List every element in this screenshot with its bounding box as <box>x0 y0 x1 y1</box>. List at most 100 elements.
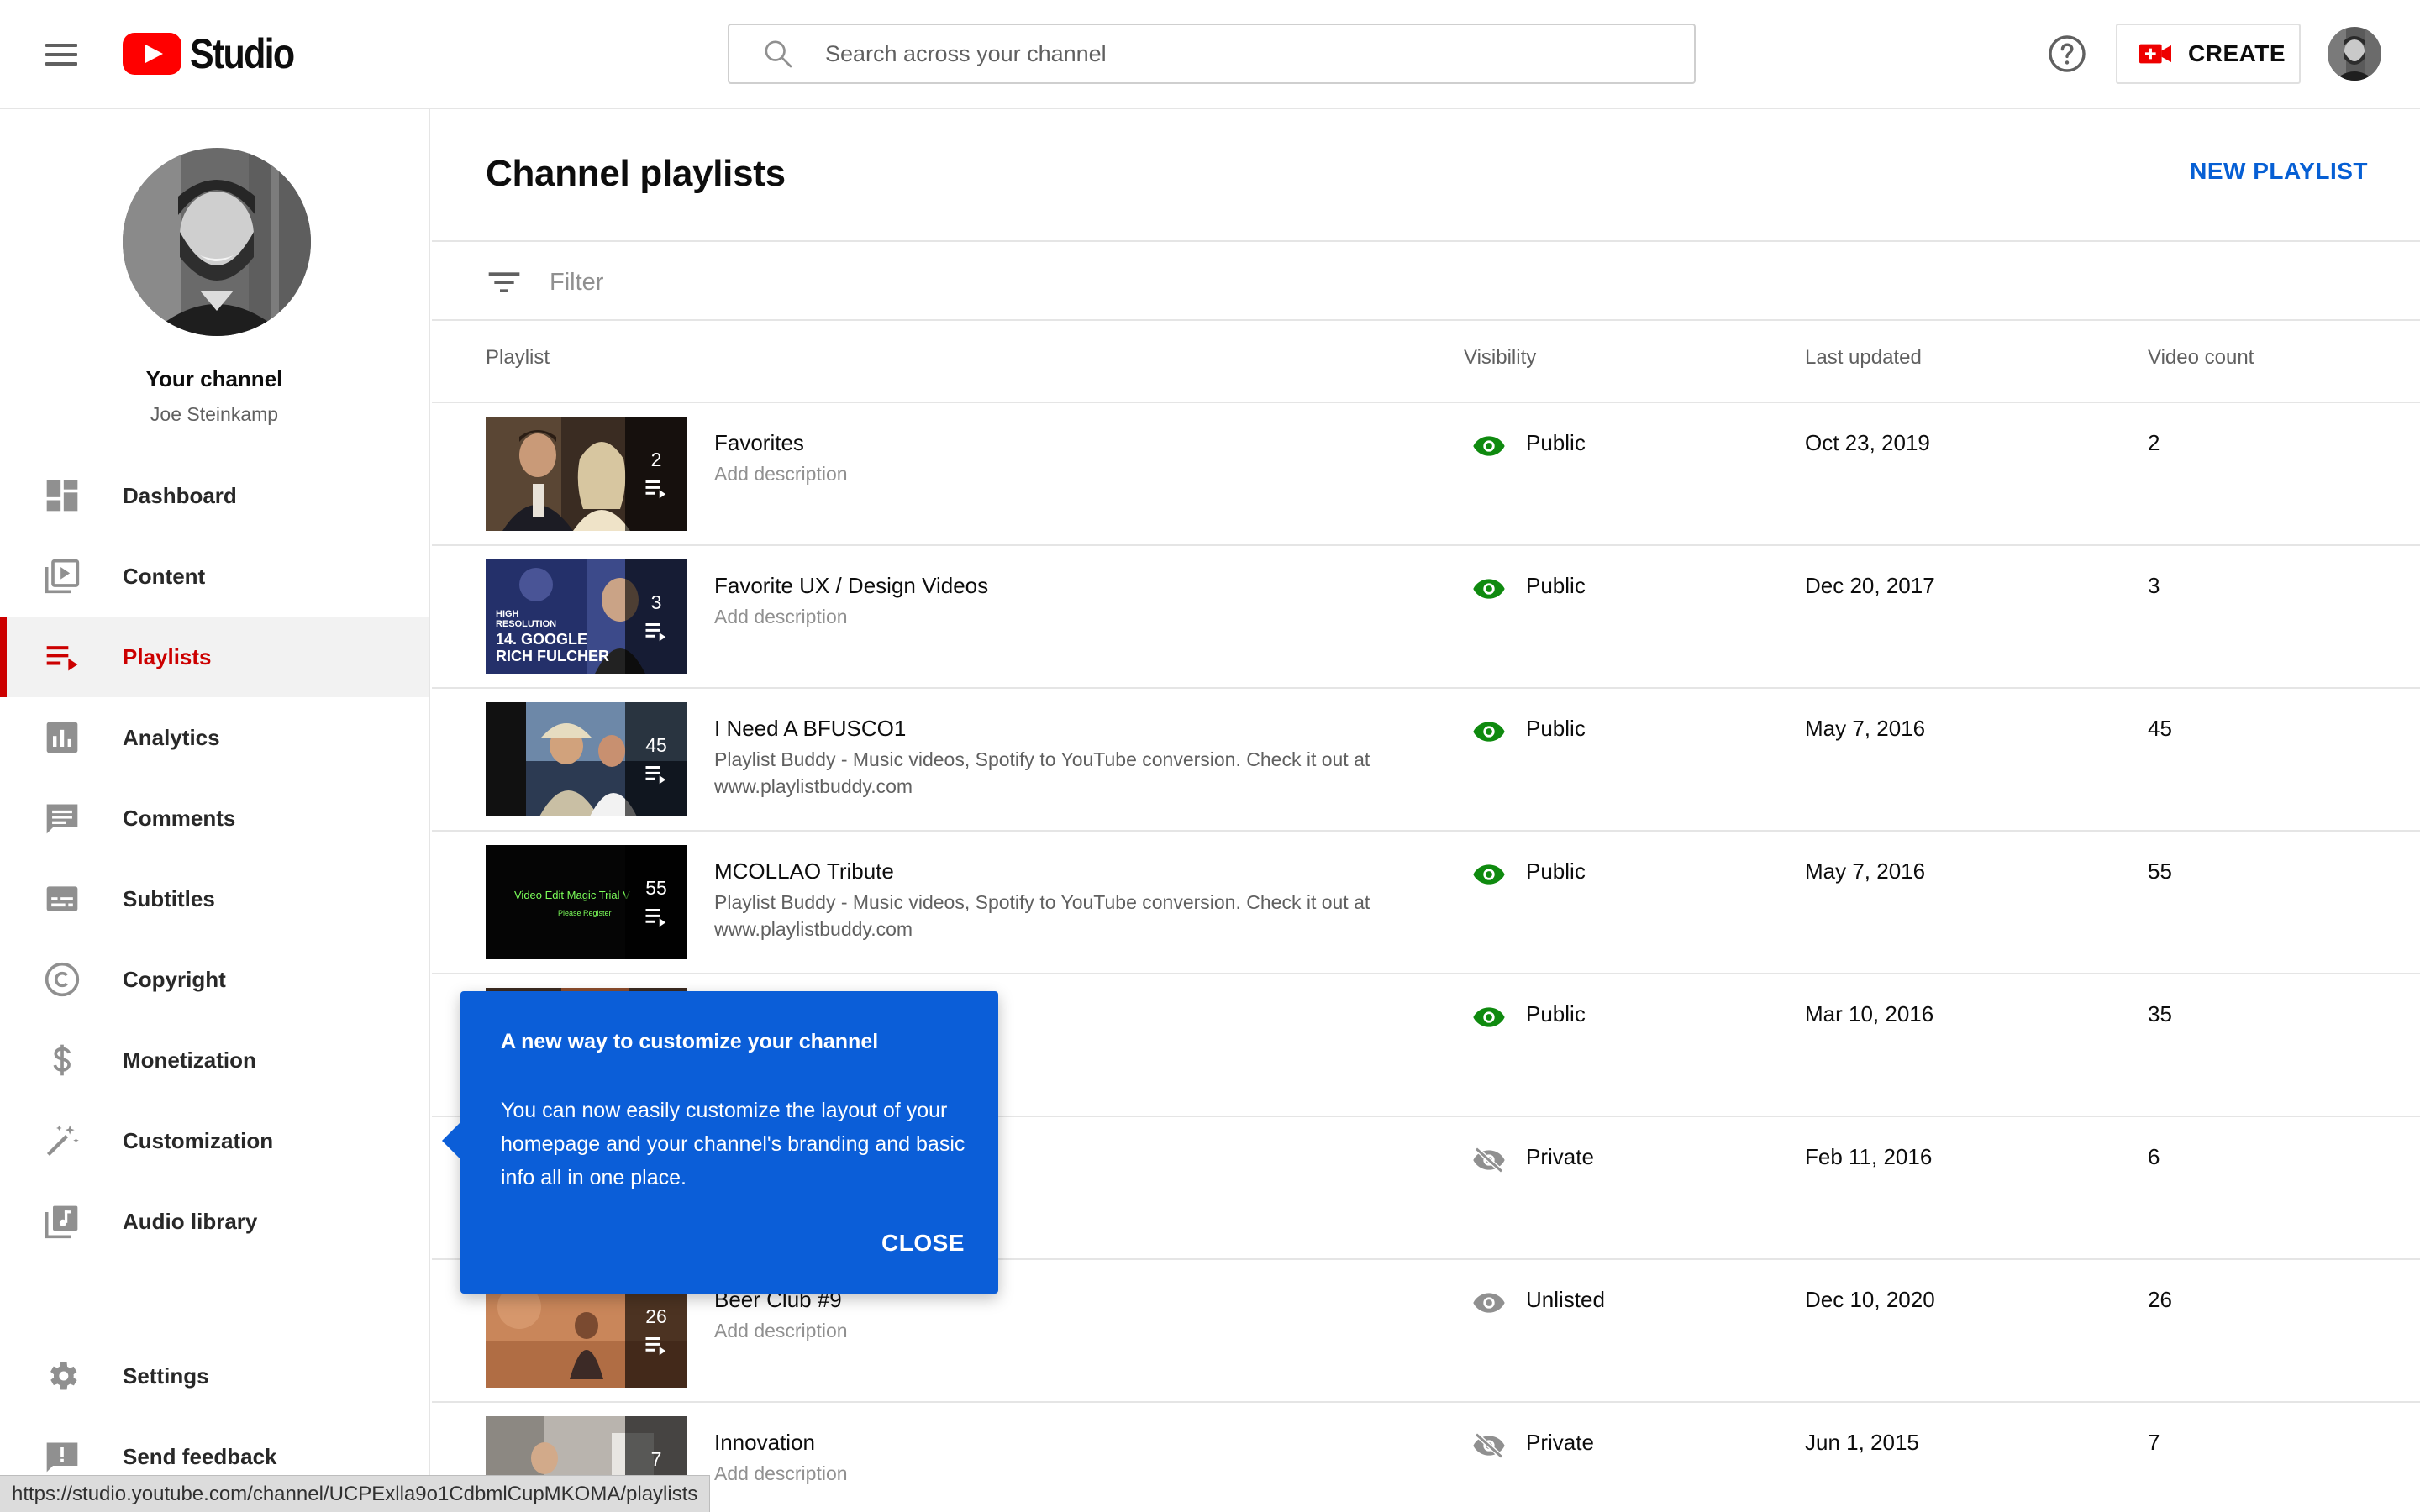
visibility-label: Unlisted <box>1526 1287 1605 1312</box>
analytics-icon <box>46 722 78 753</box>
video-count: 7 <box>2148 1430 2160 1455</box>
visibility-label: Public <box>1526 858 1586 884</box>
last-updated-date: Mar 10, 2016 <box>1805 1001 1934 1026</box>
tooltip-arrow <box>442 1122 460 1159</box>
filter-icon[interactable] <box>487 267 521 297</box>
eye-icon[interactable] <box>1472 862 1506 887</box>
playlist-thumbnail[interactable]: Video Edit Magic Trial V Please Register … <box>486 845 687 959</box>
sidebar-item-subtitles[interactable]: Subtitles <box>0 858 429 939</box>
sidebar-item-label: Subtitles <box>123 885 215 911</box>
eye-icon[interactable] <box>1472 1005 1506 1030</box>
eye-off-icon[interactable] <box>1472 1433 1506 1458</box>
playlist-title[interactable]: Favorite UX / Design Videos <box>714 573 988 599</box>
playlist-title[interactable]: MCOLLAO Tribute <box>714 858 894 885</box>
playlist-description[interactable]: Playlist Buddy - Music videos, Spotify t… <box>714 746 1420 800</box>
create-label: CREATE <box>2188 40 2286 66</box>
table-row[interactable]: 45 I Need A BFUSCO1 Playlist Buddy - Mus… <box>432 687 2420 830</box>
page-title: Channel playlists <box>486 153 786 194</box>
playlist-queue-icon <box>645 908 666 927</box>
last-updated-date: Dec 10, 2020 <box>1805 1287 1935 1312</box>
playlist-description[interactable]: Add description <box>714 1317 1420 1344</box>
last-updated-date: May 7, 2016 <box>1805 716 1926 741</box>
sidebar-item-copyright[interactable]: Copyright <box>0 939 429 1020</box>
playlist-description[interactable]: Add description <box>714 460 1420 487</box>
video-count: 55 <box>2148 858 2172 884</box>
playlist-queue-icon <box>645 480 666 498</box>
youtube-studio-logo[interactable]: Studio <box>123 30 311 77</box>
sidebar-item-label: Copyright <box>123 966 226 992</box>
eye-icon[interactable] <box>1472 576 1506 601</box>
playlist-description[interactable]: Add description <box>714 1460 1420 1487</box>
sidebar-item-audio-library[interactable]: Audio library <box>0 1181 429 1262</box>
sidebar-item-label: Content <box>123 563 206 589</box>
customization-tooltip: A new way to customize your channel You … <box>442 991 998 1294</box>
table-row[interactable]: 2 Favorites Add description Public Oct 2… <box>432 402 2420 544</box>
playlist-queue-icon <box>645 765 666 784</box>
last-updated-date: Feb 11, 2016 <box>1805 1144 1933 1169</box>
thumbnail-video-count: 3 <box>650 591 662 613</box>
column-header-last-updated[interactable]: Last updated <box>1805 346 1922 370</box>
playlist-title[interactable]: Innovation <box>714 1430 815 1456</box>
playlist-thumbnail[interactable]: 2 <box>486 417 687 531</box>
video-count: 26 <box>2148 1287 2172 1312</box>
playlist-title[interactable]: Favorites <box>714 430 804 456</box>
sidebar-item-content[interactable]: Content <box>0 536 429 617</box>
table-row[interactable]: HIGH RESOLUTION 14. GOOGLE RICH FULCHER 3 F… <box>432 544 2420 687</box>
thumbnail-text-line-4: RICH FULCHER <box>496 648 609 664</box>
top-app-bar: Studio CREATE <box>0 0 2420 109</box>
tooltip-close-button[interactable]: CLOSE <box>881 1230 965 1257</box>
table-row[interactable]: Video Edit Magic Trial V Please Register … <box>432 830 2420 973</box>
sidebar-item-playlists[interactable]: Playlists <box>0 617 429 697</box>
table-row[interactable]: 7 Innovation Add description Private Jun… <box>432 1401 2420 1512</box>
eye-icon[interactable] <box>1472 433 1506 459</box>
sidebar-item-customization[interactable]: Customization <box>0 1100 429 1181</box>
visibility-label: Public <box>1526 573 1586 598</box>
playlist-thumbnail[interactable]: HIGH RESOLUTION 14. GOOGLE RICH FULCHER 3 <box>486 559 687 674</box>
copyright-icon <box>45 962 80 997</box>
sidebar-item-label: Playlists <box>123 643 212 669</box>
magic-wand-icon <box>46 1125 79 1157</box>
column-header-video-count[interactable]: Video count <box>2148 346 2254 370</box>
filter-bar <box>432 240 2420 321</box>
browser-status-bar: https://studio.youtube.com/channel/UCPEx… <box>0 1475 711 1512</box>
subtitles-icon <box>46 886 78 911</box>
tooltip-body: You can now easily customize the layout … <box>501 1099 965 1189</box>
search-input[interactable] <box>825 40 1581 67</box>
hamburger-menu-icon[interactable] <box>42 35 81 74</box>
audio-library-icon <box>45 1205 78 1239</box>
sidebar-item-monetization[interactable]: Monetization <box>0 1020 429 1100</box>
new-playlist-button[interactable]: NEW PLAYLIST <box>2190 158 2368 185</box>
sidebar-item-comments[interactable]: Comments <box>0 778 429 858</box>
column-header-visibility[interactable]: Visibility <box>1464 346 1536 370</box>
sidebar-item-analytics[interactable]: Analytics <box>0 697 429 778</box>
eye-off-icon[interactable] <box>1472 1147 1506 1173</box>
sidebar-item-settings[interactable]: Settings <box>0 1336 429 1416</box>
channel-title: Your channel <box>145 366 283 391</box>
playlist-title[interactable]: I Need A BFUSCO1 <box>714 716 906 742</box>
playlist-thumbnail[interactable]: 45 <box>486 702 687 816</box>
column-header-playlist[interactable]: Playlist <box>486 346 550 370</box>
sidebar-item-label: Analytics <box>123 724 220 750</box>
thumbnail-video-count: 2 <box>650 448 662 470</box>
playlist-description[interactable]: Playlist Buddy - Music videos, Spotify t… <box>714 889 1420 942</box>
filter-input[interactable] <box>550 259 1306 306</box>
dollar-icon <box>53 1044 71 1076</box>
last-updated-date: Oct 23, 2019 <box>1805 430 1930 455</box>
visibility-label: Public <box>1526 716 1586 741</box>
sidebar: Your channel Joe Steinkamp Dashboard Con… <box>0 109 430 1512</box>
eye-icon[interactable] <box>1472 719 1506 744</box>
thumbnail-text-line-2: Please Register <box>558 909 612 917</box>
sidebar-item-dashboard[interactable]: Dashboard <box>0 455 429 536</box>
help-circle-icon[interactable] <box>2047 34 2087 74</box>
channel-avatar[interactable] <box>123 148 311 336</box>
eye-icon[interactable] <box>1472 1290 1506 1315</box>
search-box[interactable] <box>728 24 1696 84</box>
create-button[interactable]: CREATE <box>2116 24 2301 84</box>
last-updated-date: Dec 20, 2017 <box>1805 573 1935 598</box>
thumbnail-count-overlay: 3 <box>625 559 687 674</box>
thumbnail-video-count: 45 <box>645 733 667 756</box>
account-avatar[interactable] <box>2328 27 2381 81</box>
visibility-label: Private <box>1526 1144 1594 1169</box>
last-updated-date: May 7, 2016 <box>1805 858 1926 884</box>
playlist-description[interactable]: Add description <box>714 603 1420 630</box>
